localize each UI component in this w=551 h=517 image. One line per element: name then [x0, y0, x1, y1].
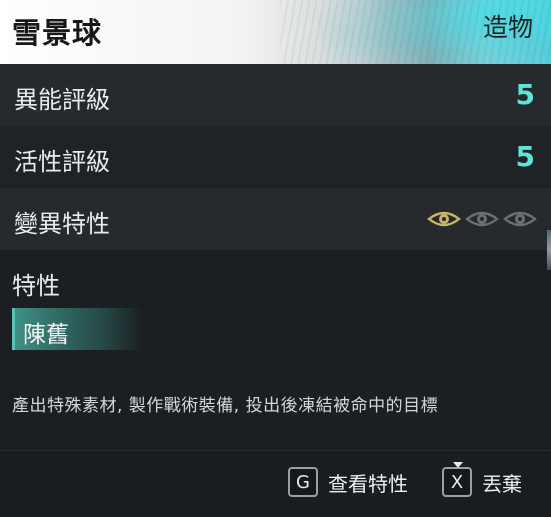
stat-label: 異能評級: [14, 86, 110, 114]
stat-label: 變異特性: [14, 210, 110, 238]
item-category: 造物: [482, 13, 533, 42]
stat-row-mutation-traits: 變異特性: [0, 188, 551, 250]
stat-value: 5: [515, 78, 535, 111]
eye-icon: [427, 211, 461, 227]
key-hint-label: X: [450, 471, 464, 493]
key-hint-x: X: [442, 462, 472, 497]
eye-icon: [465, 211, 499, 227]
view-traits-label: 查看特性: [328, 471, 408, 496]
stat-value: 5: [515, 140, 535, 173]
item-detail-panel: 雪景球 造物 異能評級 5 活性評級 5 變異特性 特性 陳舊 產出特殊素材, …: [0, 0, 551, 517]
hold-indicator-icon: [453, 462, 463, 468]
key-hint-g: G: [288, 467, 318, 497]
traits-heading: 特性: [12, 272, 60, 300]
mutation-level-indicator: [427, 208, 537, 230]
trait-chip-label: 陳舊: [23, 322, 69, 348]
item-name: 雪景球: [12, 16, 103, 50]
action-bar: G 查看特性 X 丟棄: [0, 450, 551, 517]
traits-section: 特性 陳舊 產出特殊素材, 製作戰術裝備, 投出後凍結被命中的目標: [0, 250, 551, 450]
key-hint-label: G: [296, 471, 310, 493]
stat-row-anomaly-rating: 異能評級 5: [0, 64, 551, 126]
discard-label: 丟棄: [482, 471, 522, 496]
trait-chip[interactable]: 陳舊: [12, 308, 142, 350]
edge-artifact: [547, 230, 551, 270]
discard-button[interactable]: X 丟棄: [442, 462, 522, 497]
stat-label: 活性評級: [14, 148, 110, 176]
view-traits-button[interactable]: G 查看特性: [288, 467, 408, 497]
eye-icon: [503, 211, 537, 227]
item-description: 產出特殊素材, 製作戰術裝備, 投出後凍結被命中的目標: [12, 396, 439, 416]
stat-row-activity-rating: 活性評級 5: [0, 126, 551, 188]
item-header: 雪景球 造物: [0, 0, 551, 64]
